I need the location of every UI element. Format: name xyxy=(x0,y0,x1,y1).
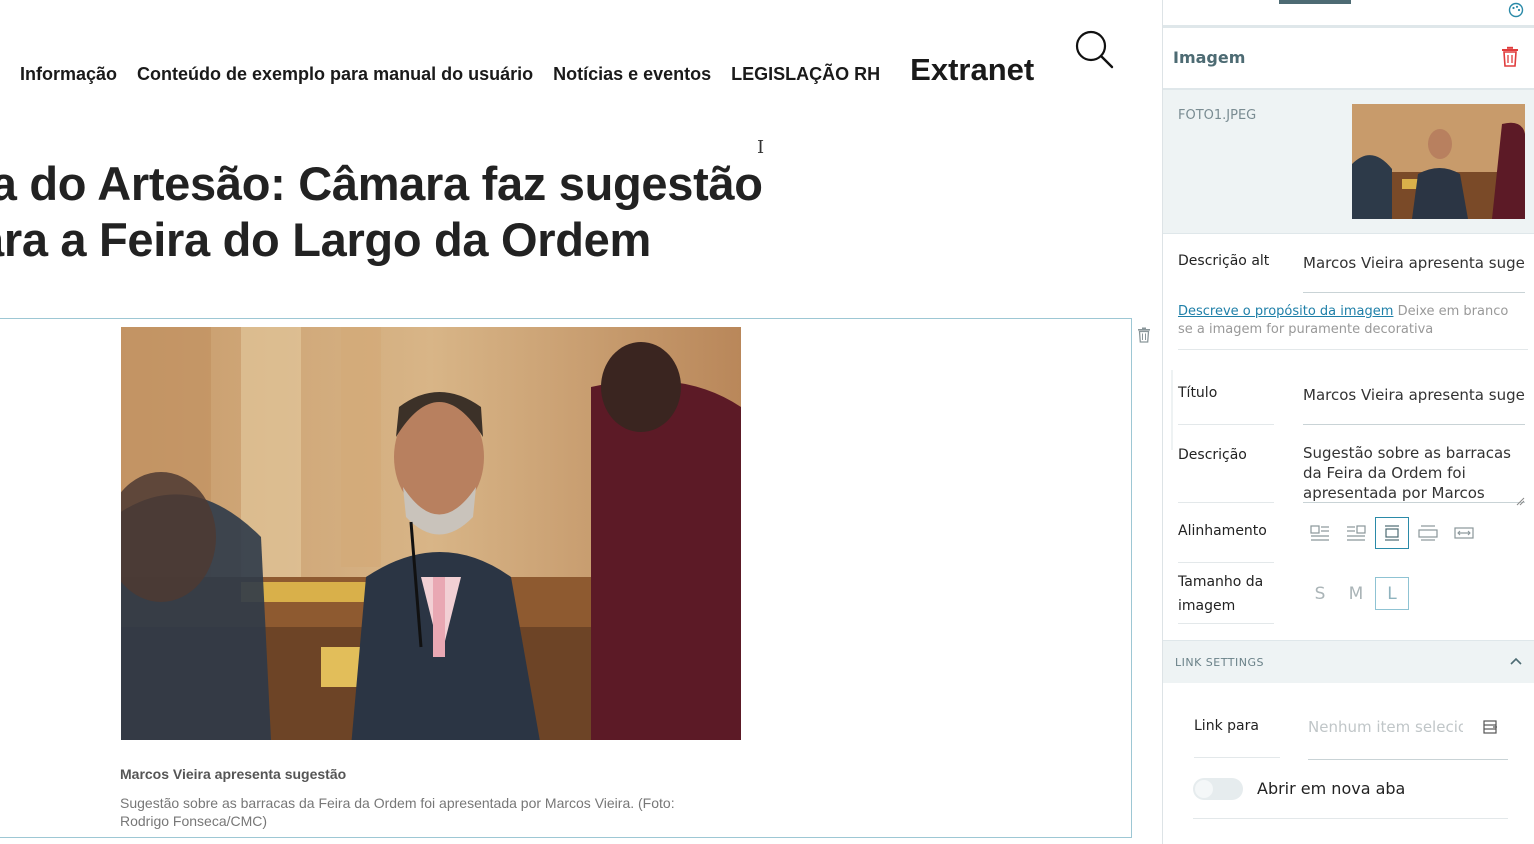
link-to-label: Link para xyxy=(1194,718,1259,734)
search-icon[interactable] xyxy=(1072,27,1116,71)
alt-text-label: Descrição alt xyxy=(1178,253,1270,269)
alt-help-link[interactable]: Descreve o propósito da imagem xyxy=(1178,304,1393,319)
figure-caption-text[interactable]: Sugestão sobre as barracas da Feira da O… xyxy=(120,794,720,830)
align-wide-icon[interactable] xyxy=(1411,517,1445,549)
align-left-icon[interactable] xyxy=(1303,517,1337,549)
nav-item-extranet[interactable]: Extranet xyxy=(910,52,1034,88)
image-size-label-line: Tamanho da xyxy=(1178,574,1264,590)
sidebar-scrollbar[interactable] xyxy=(1171,370,1173,450)
nav-item-noticias-eventos[interactable]: Notícias e eventos xyxy=(553,64,711,85)
align-right-icon[interactable] xyxy=(1339,517,1373,549)
description-textarea[interactable]: Sugestão sobre as barracas da Feira da O… xyxy=(1303,443,1525,503)
resize-handle-icon[interactable] xyxy=(1515,491,1525,506)
article-title-line: ara a Feira do Largo da Ordem xyxy=(0,213,652,266)
image-file-preview: FOTO1.JPEG xyxy=(1163,90,1534,234)
sidebar-title: Imagem xyxy=(1173,48,1246,67)
divider xyxy=(1178,502,1274,503)
palette-icon[interactable] xyxy=(1508,2,1524,18)
size-m-button[interactable]: M xyxy=(1339,577,1373,610)
alignment-options xyxy=(1303,517,1483,549)
article-photo[interactable] xyxy=(121,327,741,740)
text-cursor-icon: I xyxy=(757,137,765,158)
block-settings-sidebar: Imagem FOTO1.JPEG Descrição alt Marcos V… xyxy=(1162,0,1534,844)
active-tab-indicator[interactable] xyxy=(1279,0,1351,4)
divider xyxy=(1178,424,1274,425)
sidebar-header: Imagem xyxy=(1163,28,1534,90)
image-thumbnail[interactable] xyxy=(1352,104,1525,219)
image-size-options: S M L xyxy=(1303,577,1411,610)
size-s-button[interactable]: S xyxy=(1303,577,1337,610)
link-settings-label: LINK SETTINGS xyxy=(1175,656,1264,669)
chevron-up-icon[interactable] xyxy=(1509,654,1523,668)
title-underline xyxy=(1303,424,1525,425)
image-size-label-line: imagem xyxy=(1178,598,1236,614)
link-to-input[interactable]: Nenhum item selecionado xyxy=(1308,718,1463,736)
divider xyxy=(1194,757,1280,758)
object-browser-icon[interactable] xyxy=(1483,719,1499,735)
page-canvas: Informação Conteúdo de exemplo para manu… xyxy=(0,0,1162,844)
divider xyxy=(1178,562,1274,563)
alt-text-help: Descreve o propósito da imagem Deixe em … xyxy=(1178,303,1523,339)
block-trash-icon[interactable] xyxy=(1137,327,1153,345)
open-new-tab-toggle[interactable] xyxy=(1193,778,1243,800)
divider xyxy=(1178,349,1528,350)
image-size-label: Tamanho da imagem xyxy=(1178,570,1263,618)
link-settings-toggle[interactable]: LINK SETTINGS xyxy=(1163,640,1534,683)
title-label: Título xyxy=(1178,385,1218,401)
delete-image-icon[interactable] xyxy=(1501,46,1521,68)
align-full-icon[interactable] xyxy=(1447,517,1481,549)
alignment-label: Alinhamento xyxy=(1178,523,1267,539)
alt-text-underline xyxy=(1303,292,1525,293)
toggle-knob xyxy=(1195,780,1213,798)
sidebar-tabbar xyxy=(1163,0,1534,28)
image-file-name: FOTO1.JPEG xyxy=(1178,108,1257,123)
nav-item-informacao[interactable]: Informação xyxy=(20,64,117,85)
figure-caption-title[interactable]: Marcos Vieira apresenta sugestão xyxy=(120,766,346,782)
title-input[interactable]: Marcos Vieira apresenta sugestão xyxy=(1303,386,1525,404)
align-center-icon[interactable] xyxy=(1375,517,1409,549)
nav-item-legislacao-rh[interactable]: LEGISLAÇÃO RH xyxy=(731,64,880,85)
article-title[interactable]: ia do Artesão: Câmara faz sugestão ara a… xyxy=(0,156,878,268)
divider xyxy=(1193,818,1508,819)
description-label: Descrição xyxy=(1178,447,1247,463)
article-title-line: ia do Artesão: Câmara faz sugestão xyxy=(0,157,763,210)
alt-text-input[interactable]: Marcos Vieira apresenta sugestão xyxy=(1303,254,1525,272)
main-nav: Informação Conteúdo de exemplo para manu… xyxy=(20,52,1034,88)
nav-item-conteudo-exemplo[interactable]: Conteúdo de exemplo para manual do usuár… xyxy=(137,64,533,85)
size-l-button[interactable]: L xyxy=(1375,577,1409,610)
open-new-tab-label: Abrir em nova aba xyxy=(1257,779,1406,798)
divider xyxy=(1178,623,1274,624)
link-to-underline xyxy=(1308,759,1508,760)
